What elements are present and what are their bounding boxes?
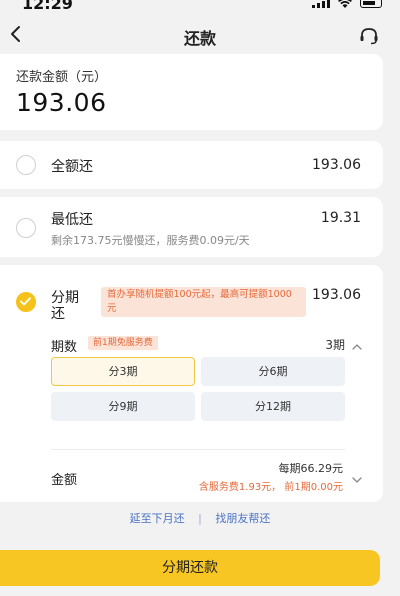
status-bar: 12:29 bbox=[0, 0, 400, 18]
period-label: 期数 bbox=[51, 340, 78, 355]
period-option-3[interactable]: 分3期 bbox=[51, 357, 195, 386]
option-minimum-title: 最低还 bbox=[51, 212, 93, 228]
chevron-down-icon[interactable] bbox=[351, 470, 363, 483]
option-installment-repay[interactable]: 分期 还 首办享随机提额100元起，最高可提额1000元 193.06 期数 前… bbox=[0, 265, 383, 502]
repayment-amount-card: 还款金额（元） 193.06 bbox=[0, 54, 383, 130]
option-minimum-subtitle: 剩余173.75元慢慢还，服务费0.09元/天 bbox=[51, 234, 250, 247]
installment-amount-label: 金额 bbox=[51, 473, 78, 488]
option-full-amount: 193.06 bbox=[312, 157, 361, 173]
headset-icon[interactable] bbox=[358, 26, 380, 46]
option-installment-title-line2: 还 bbox=[51, 306, 65, 322]
nav-bar: 还款 bbox=[0, 18, 400, 54]
secondary-links: 延至下月还 | 找朋友帮还 bbox=[0, 510, 400, 526]
service-fee-note: 含服务费1.93元， 前1期0.00元 bbox=[198, 482, 343, 493]
option-installment-amount: 193.06 bbox=[312, 287, 361, 303]
status-time: 12:29 bbox=[22, 0, 73, 13]
option-minimum-repay[interactable]: 最低还 19.31 剩余173.75元慢慢还，服务费0.09元/天 bbox=[0, 197, 383, 257]
promo-banner: 首办享随机提额100元起，最高可提额1000元 bbox=[101, 287, 306, 317]
wifi-icon bbox=[337, 0, 353, 8]
option-minimum-amount: 19.31 bbox=[320, 210, 361, 226]
repayment-amount-label: 还款金额（元） bbox=[16, 70, 108, 85]
radio-installment-repay[interactable] bbox=[16, 292, 36, 312]
status-icons bbox=[312, 0, 382, 8]
period-option-12[interactable]: 分12期 bbox=[201, 392, 345, 421]
friend-repay-link[interactable]: 找朋友帮还 bbox=[215, 510, 270, 526]
period-option-6[interactable]: 分6期 bbox=[201, 357, 345, 386]
option-full-title: 全额还 bbox=[51, 159, 93, 175]
page-title: 还款 bbox=[183, 29, 216, 48]
signal-icon bbox=[312, 0, 330, 8]
installment-repay-button[interactable]: 分期还款 bbox=[0, 550, 380, 586]
divider bbox=[51, 449, 345, 450]
period-option-9[interactable]: 分9期 bbox=[51, 392, 195, 421]
option-full-repay[interactable]: 全额还 193.06 bbox=[0, 141, 383, 189]
radio-full-repay[interactable] bbox=[16, 155, 36, 175]
period-free-fee-badge: 前1期免服务费 bbox=[88, 336, 158, 350]
period-selected-value[interactable]: 3期 bbox=[325, 336, 345, 353]
link-separator: | bbox=[198, 512, 202, 525]
radio-minimum-repay[interactable] bbox=[16, 218, 36, 238]
battery-icon bbox=[360, 0, 382, 8]
per-period-amount: 每期66.29元 bbox=[278, 462, 344, 475]
chevron-up-icon[interactable] bbox=[351, 337, 363, 350]
defer-repay-link[interactable]: 延至下月还 bbox=[130, 510, 185, 526]
repayment-amount-value: 193.06 bbox=[16, 88, 107, 117]
